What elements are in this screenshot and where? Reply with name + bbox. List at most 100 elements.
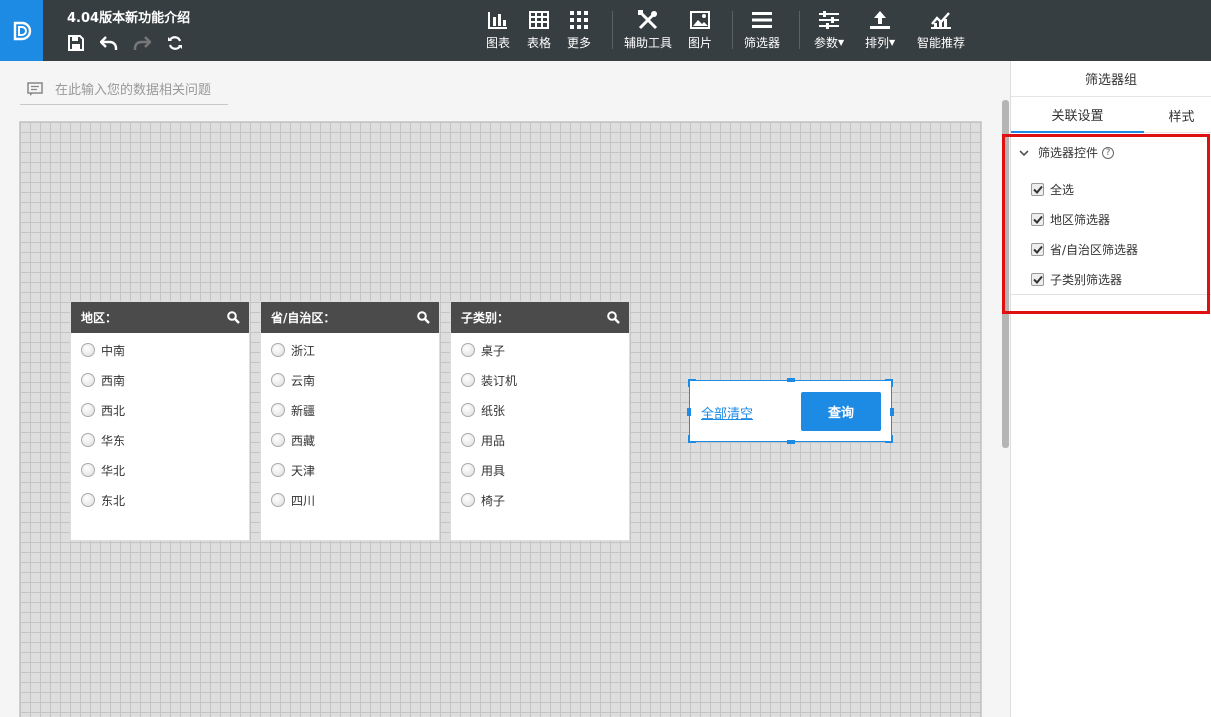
filter-option[interactable]: 华东	[71, 425, 249, 455]
filter-option[interactable]: 四川	[261, 485, 439, 515]
resize-handle[interactable]	[787, 378, 795, 382]
option-label: 天津	[291, 463, 316, 478]
resize-handle[interactable]	[890, 408, 894, 416]
undo-button[interactable]	[99, 34, 119, 52]
filter-option[interactable]: 用品	[451, 425, 629, 455]
option-label: 新疆	[291, 403, 316, 418]
radio-button[interactable]	[81, 433, 95, 447]
option-label: 西北	[101, 403, 126, 418]
radio-button[interactable]	[271, 433, 285, 447]
panel-title: 筛选器组	[1011, 61, 1211, 97]
radio-button[interactable]	[461, 373, 475, 387]
tool-label: 表格	[527, 36, 552, 50]
radio-button[interactable]	[461, 463, 475, 477]
tool-label: 智能推荐	[917, 36, 966, 50]
toolbar-divider	[612, 11, 613, 49]
tool-smart[interactable]: 智能推荐	[917, 9, 965, 53]
filter-option[interactable]: 浙江	[261, 335, 439, 365]
resize-handle[interactable]	[687, 408, 691, 416]
tool-label: 图表	[486, 36, 511, 50]
tool-arrange[interactable]: 排列▼	[865, 9, 895, 53]
filter-option[interactable]: 中南	[71, 335, 249, 365]
filter-title: 地区：	[81, 311, 118, 325]
search-icon[interactable]	[227, 311, 240, 324]
tool-image[interactable]: 图片	[688, 9, 712, 53]
toolbar-divider	[732, 11, 733, 49]
app-root: 4.04版本新功能介绍 图表 表格 更多 辅助工具 图片 筛选器 参数▼ 排列▼…	[0, 0, 1211, 717]
tool-params[interactable]: 参数▼	[814, 9, 844, 53]
save-button[interactable]	[66, 34, 86, 52]
option-label: 椅子	[481, 493, 506, 508]
tool-label: 辅助工具	[624, 36, 673, 50]
dropdown-caret-icon: ▼	[889, 38, 896, 47]
tool-chart[interactable]: 图表	[486, 9, 510, 53]
tab-style[interactable]: 样式	[1151, 97, 1211, 133]
filter-option[interactable]: 桌子	[451, 335, 629, 365]
tool-filter[interactable]: 筛选器	[744, 9, 780, 53]
radio-button[interactable]	[271, 463, 285, 477]
filter-option[interactable]: 西北	[71, 395, 249, 425]
tab-association-settings[interactable]: 关联设置	[1011, 97, 1144, 133]
question-input[interactable]: 在此输入您的数据相关问题	[20, 73, 228, 105]
radio-button[interactable]	[461, 493, 475, 507]
refresh-button[interactable]	[165, 34, 185, 52]
filter-option[interactable]: 装订机	[451, 365, 629, 395]
radio-button[interactable]	[81, 373, 95, 387]
search-icon[interactable]	[607, 311, 620, 324]
radio-button[interactable]	[271, 343, 285, 357]
tools-icon	[638, 10, 658, 30]
resize-handle[interactable]	[688, 435, 690, 443]
option-label: 用品	[481, 433, 506, 448]
filter-option[interactable]: 云南	[261, 365, 439, 395]
radio-button[interactable]	[461, 433, 475, 447]
clear-all-link[interactable]: 全部清空	[701, 403, 753, 422]
radio-button[interactable]	[81, 463, 95, 477]
radio-button[interactable]	[271, 493, 285, 507]
tool-label-text: 排列	[865, 36, 890, 50]
filter-subcategory[interactable]: 子类别： 桌子 装订机 纸张 用品 用具 椅子	[450, 301, 630, 541]
filter-button-group[interactable]: 全部清空 查询	[687, 378, 894, 444]
filter-option[interactable]: 西南	[71, 365, 249, 395]
radio-button[interactable]	[461, 343, 475, 357]
tool-label-text: 参数	[814, 36, 839, 50]
filter-option[interactable]: 西藏	[261, 425, 439, 455]
filter-list-icon	[752, 12, 772, 28]
smart-chart-icon	[931, 12, 951, 29]
dashboard-canvas[interactable]: 地区： 中南 西南 西北 华东 华北 东北 省/自治区： 浙江 云南 新疆 西藏…	[19, 121, 982, 717]
query-button[interactable]: 查询	[801, 392, 881, 431]
comment-icon	[27, 81, 43, 96]
radio-button[interactable]	[81, 403, 95, 417]
filter-region[interactable]: 地区： 中南 西南 西北 华东 华北 东北	[70, 301, 250, 541]
tool-aux[interactable]: 辅助工具	[624, 9, 672, 53]
search-icon[interactable]	[417, 311, 430, 324]
filter-option[interactable]: 东北	[71, 485, 249, 515]
filter-option[interactable]: 用具	[451, 455, 629, 485]
app-logo[interactable]	[0, 0, 43, 61]
filter-option[interactable]: 天津	[261, 455, 439, 485]
option-label: 华东	[101, 433, 126, 448]
resize-handle[interactable]	[787, 440, 795, 444]
option-label: 四川	[291, 493, 316, 508]
tool-more[interactable]: 更多	[567, 9, 591, 53]
radio-button[interactable]	[271, 373, 285, 387]
redo-button[interactable]	[132, 34, 152, 52]
radio-button[interactable]	[81, 343, 95, 357]
option-label: 桌子	[481, 343, 506, 358]
radio-button[interactable]	[81, 493, 95, 507]
resize-handle[interactable]	[891, 435, 893, 443]
filter-title: 省/自治区：	[271, 311, 336, 325]
filter-option[interactable]: 椅子	[451, 485, 629, 515]
filter-option[interactable]: 纸张	[451, 395, 629, 425]
resize-handle[interactable]	[688, 379, 690, 387]
radio-button[interactable]	[461, 403, 475, 417]
filter-province[interactable]: 省/自治区： 浙江 云南 新疆 西藏 天津 四川	[260, 301, 440, 541]
filter-option[interactable]: 华北	[71, 455, 249, 485]
tool-table[interactable]: 表格	[527, 9, 551, 53]
filter-option[interactable]: 新疆	[261, 395, 439, 425]
resize-handle[interactable]	[891, 379, 893, 387]
radio-button[interactable]	[271, 403, 285, 417]
highlight-annotation-box	[1002, 134, 1210, 314]
option-label: 装订机	[481, 373, 518, 388]
grid-more-icon	[570, 11, 588, 29]
redo-icon	[133, 36, 151, 50]
